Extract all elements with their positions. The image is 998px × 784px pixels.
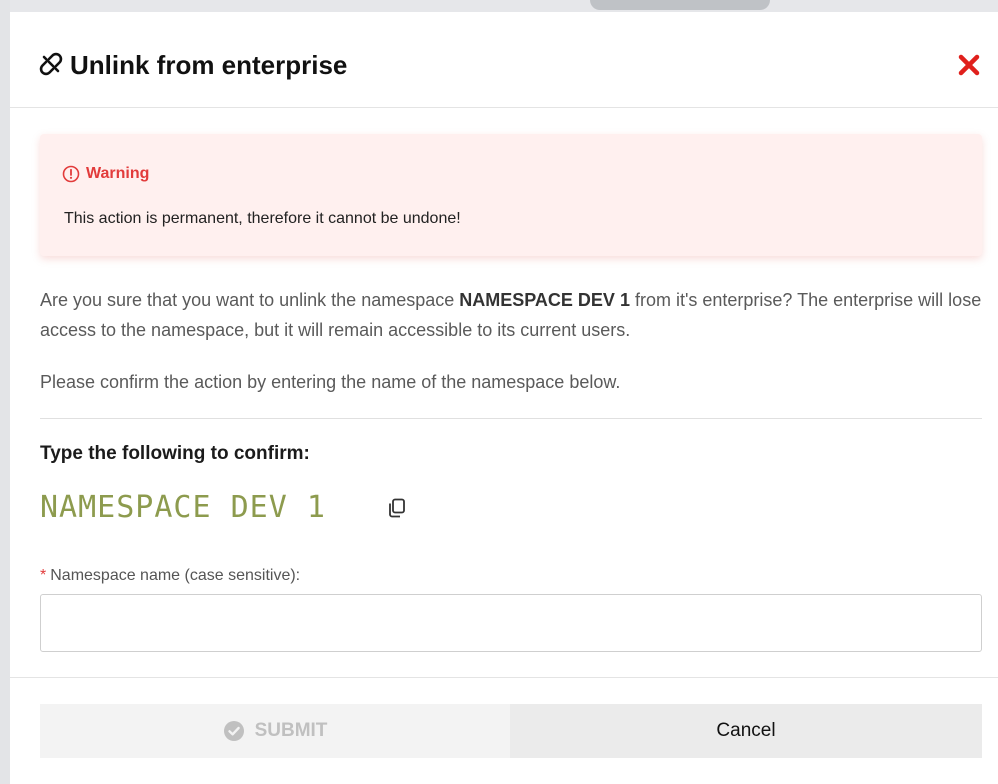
warning-title-text: Warning xyxy=(86,165,150,182)
unlink-dialog: Unlink from enterprise Warning This acti… xyxy=(10,12,998,784)
submit-button[interactable]: SUBMIT xyxy=(40,704,510,758)
section-divider xyxy=(40,418,982,419)
cancel-button[interactable]: Cancel xyxy=(510,704,982,758)
exclamation-circle-icon xyxy=(62,165,80,183)
confirmation-question: Are you sure that you want to unlink the… xyxy=(40,285,984,345)
submit-label: SUBMIT xyxy=(254,720,328,741)
namespace-name-input[interactable] xyxy=(40,594,982,652)
confirm-target-text: NAMESPACE DEV 1 xyxy=(40,490,326,525)
confirm-label: Type the following to confirm: xyxy=(40,443,310,464)
warning-alert: Warning This action is permanent, theref… xyxy=(40,134,982,256)
dialog-title: Unlink from enterprise xyxy=(70,50,348,80)
backdrop xyxy=(0,0,998,12)
warning-title: Warning xyxy=(62,164,149,184)
unlink-icon xyxy=(39,52,63,76)
close-icon xyxy=(958,54,980,76)
copy-icon[interactable] xyxy=(386,497,408,519)
dialog-header: Unlink from enterprise xyxy=(10,12,998,108)
backdrop-left-edge xyxy=(0,0,10,784)
namespace-name-label: * Namespace name (case sensitive): xyxy=(40,566,300,586)
warning-message: This action is permanent, therefore it c… xyxy=(64,210,461,227)
check-circle-icon xyxy=(223,721,244,741)
namespace-name-label-text: Namespace name (case sensitive): xyxy=(50,567,301,584)
confirmation-instruction: Please confirm the action by entering th… xyxy=(40,372,621,392)
namespace-name-highlight: NAMESPACE DEV 1 xyxy=(459,290,630,310)
question-prefix: Are you sure that you want to unlink the… xyxy=(40,290,460,310)
close-button[interactable] xyxy=(954,50,984,80)
required-marker: * xyxy=(40,567,47,584)
footer-divider xyxy=(10,677,998,678)
backdrop-shape xyxy=(590,0,770,10)
